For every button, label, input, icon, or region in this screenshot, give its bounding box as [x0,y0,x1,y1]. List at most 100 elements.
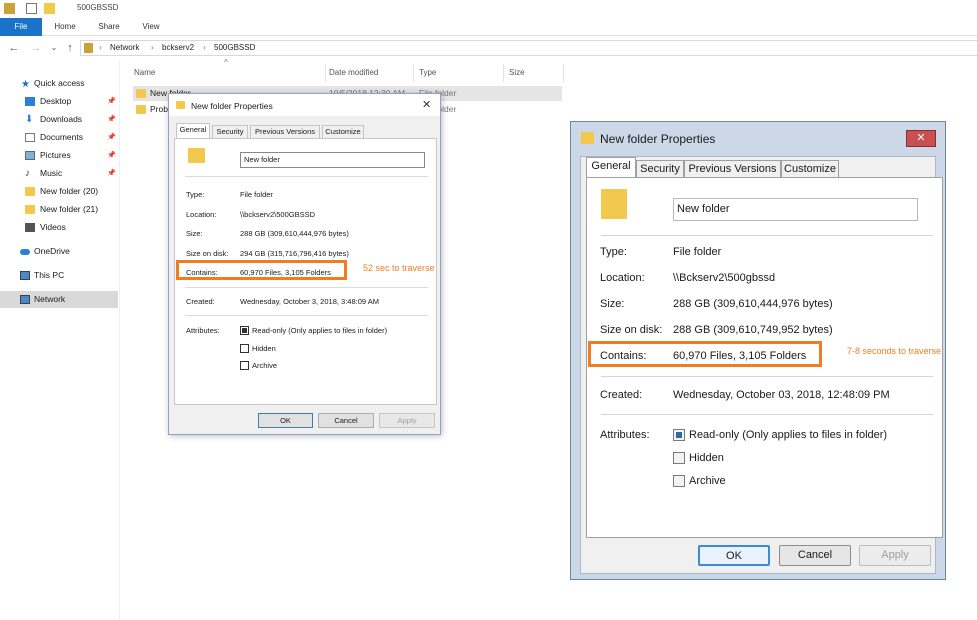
pictures-icon [25,151,35,160]
star-icon: ★ [21,79,30,90]
sidebar-item-label: This PC [34,270,65,280]
tab-customize[interactable]: Customize [322,125,364,138]
dialog-title-bar[interactable]: New folder Properties ✕ [169,94,440,116]
pin-icon[interactable]: 📌 [107,111,116,128]
apply-button[interactable]: Apply [859,545,931,566]
pin-icon[interactable]: 📌 [107,93,116,110]
created-value: Wednesday, October 03, 2018, 12:48:09 PM [673,389,890,401]
sidebar-item-videos[interactable]: Videos [0,219,118,236]
sidebar-item-label: Music [40,168,63,178]
folder-icon [581,132,594,144]
breadcrumb-bckserv2[interactable]: bckserv2 [162,43,194,52]
apply-button[interactable]: Apply [379,413,435,428]
contains-highlight-box [588,341,822,367]
tab-customize[interactable]: Customize [781,160,839,178]
sidebar-item-desktop[interactable]: Desktop 📌 [0,93,118,110]
hidden-checkbox[interactable] [240,344,249,353]
column-divider[interactable] [325,64,326,82]
tab-previous-versions[interactable]: Previous Versions [684,160,781,178]
size-on-disk-value: 294 GB (315,716,796,416 bytes) [240,249,349,258]
tab-view[interactable]: View [136,18,166,36]
tab-file[interactable]: File [0,18,42,36]
readonly-checkbox[interactable] [673,429,685,441]
network-icon [20,295,30,304]
sidebar-item-new-folder-20[interactable]: New folder (20) [0,183,118,200]
sidebar-item-this-pc[interactable]: This PC [0,267,118,284]
tab-general[interactable]: General [586,157,636,178]
close-icon[interactable]: ✕ [906,130,936,147]
column-divider[interactable] [413,64,414,82]
hidden-checkbox[interactable] [673,452,685,464]
type-label: Type: [600,246,627,258]
archive-checkbox[interactable] [673,475,685,487]
chevron-right-icon: › [99,43,102,52]
sidebar-item-label: OneDrive [34,246,70,256]
network-drive-icon [84,43,93,53]
folder-name-input[interactable]: New folder [240,152,425,168]
sidebar-item-network[interactable]: Network [0,291,118,308]
divider [185,287,428,288]
annotation-note: 7-8 seconds to traverse [847,346,942,356]
download-icon: ⬇ [25,114,34,125]
tab-share[interactable]: Share [92,18,126,36]
column-name[interactable]: Name [134,68,155,77]
sidebar-item-label: Quick access [34,78,85,88]
created-label: Created: [600,389,643,401]
column-date-modified[interactable]: Date modified [329,68,378,77]
cancel-button[interactable]: Cancel [318,413,374,428]
readonly-checkbox[interactable] [240,326,249,335]
archive-label: Archive [689,475,726,487]
attributes-label: Attributes: [600,429,650,441]
computer-icon [20,271,30,280]
properties-icon[interactable] [26,3,37,14]
location-label: Location: [600,272,645,284]
column-type[interactable]: Type [419,68,436,77]
column-divider[interactable] [503,64,504,82]
pin-icon[interactable]: 📌 [107,147,116,164]
folder-name-input[interactable]: New folder [673,198,918,221]
tab-home[interactable]: Home [48,18,82,36]
sidebar-item-quick-access[interactable]: ★ Quick access [0,75,118,92]
sidebar-item-music[interactable]: ♪ Music 📌 [0,165,118,182]
tab-general[interactable]: General [176,123,210,138]
tab-security[interactable]: Security [636,160,684,178]
checkbox-indeterminate-mark [676,432,682,438]
cancel-button[interactable]: Cancel [779,545,851,566]
tab-previous-versions[interactable]: Previous Versions [250,125,320,138]
folder-large-icon [188,148,205,163]
sidebar-item-downloads[interactable]: ⬇ Downloads 📌 [0,111,118,128]
sidebar-item-pictures[interactable]: Pictures 📌 [0,147,118,164]
divider [185,176,428,177]
tab-security[interactable]: Security [212,125,248,138]
folder-icon [25,187,35,196]
divider [601,376,933,377]
column-divider[interactable] [563,64,564,82]
hidden-label: Hidden [252,344,276,353]
pin-icon[interactable]: 📌 [107,129,116,146]
archive-checkbox[interactable] [240,361,249,370]
pin-icon[interactable]: 📌 [107,165,116,182]
dialog-title: New folder Properties [600,132,716,146]
divider [601,414,933,415]
new-folder-icon[interactable] [44,3,55,14]
quick-access-toolbar-icon[interactable] [4,3,15,14]
ok-button[interactable]: OK [258,413,313,428]
sidebar-item-onedrive[interactable]: OneDrive [0,243,118,260]
sidebar-item-documents[interactable]: Documents 📌 [0,129,118,146]
type-value: File folder [673,246,722,258]
forward-icon[interactable]: → [30,41,42,55]
sidebar-item-new-folder-21[interactable]: New folder (21) [0,201,118,218]
folder-icon [136,89,146,98]
up-icon[interactable]: ↑ [64,41,76,55]
back-icon[interactable]: ← [8,41,20,55]
address-bar[interactable]: › Network › bckserv2 › 500GBSSD [80,40,977,56]
desktop-icon [25,97,35,106]
column-size[interactable]: Size [509,68,525,77]
close-icon[interactable]: ✕ [422,98,431,111]
column-headers: ^ Name Date modified Type Size [121,58,571,82]
ok-button[interactable]: OK [698,545,770,566]
breadcrumb-network[interactable]: Network [110,43,139,52]
breadcrumb-500gbssd[interactable]: 500GBSSD [214,43,255,52]
recent-locations-icon[interactable]: ⌄ [48,41,60,55]
annotation-note: 52 sec to traverse [363,263,435,273]
